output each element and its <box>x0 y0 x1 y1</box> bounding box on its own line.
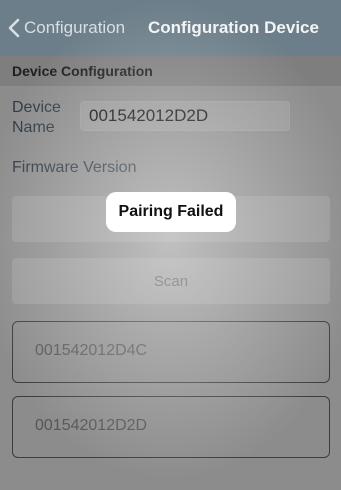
firmware-version-label: Firmware Version <box>12 159 137 176</box>
section-header-label: Device Configuration <box>12 63 153 79</box>
chevron-left-icon <box>8 18 20 38</box>
navigation-bar: Configuration Configuration Device <box>0 0 341 56</box>
device-name-input[interactable] <box>80 101 290 131</box>
back-button-label: Configuration <box>24 18 126 37</box>
device-id: 001542012D4C <box>35 342 148 359</box>
page-title: Configuration Device <box>148 18 319 37</box>
back-button[interactable]: Configuration <box>8 12 125 44</box>
device-name-label-text: Device Name <box>12 99 61 136</box>
device-list-item[interactable]: 001542012D4C <box>12 321 330 383</box>
device-list-item[interactable]: 001542012D2D <box>12 396 330 458</box>
device-id: 001542012D2D <box>35 417 148 434</box>
scan-button[interactable]: Scan <box>12 258 330 304</box>
section-header: Device Configuration <box>0 56 341 86</box>
pairing-failed-toast: Pairing Failed <box>106 192 236 232</box>
toast-message: Pairing Failed <box>118 203 224 220</box>
scan-button-label: Scan <box>153 272 189 290</box>
device-name-label: Device Name <box>12 98 72 138</box>
